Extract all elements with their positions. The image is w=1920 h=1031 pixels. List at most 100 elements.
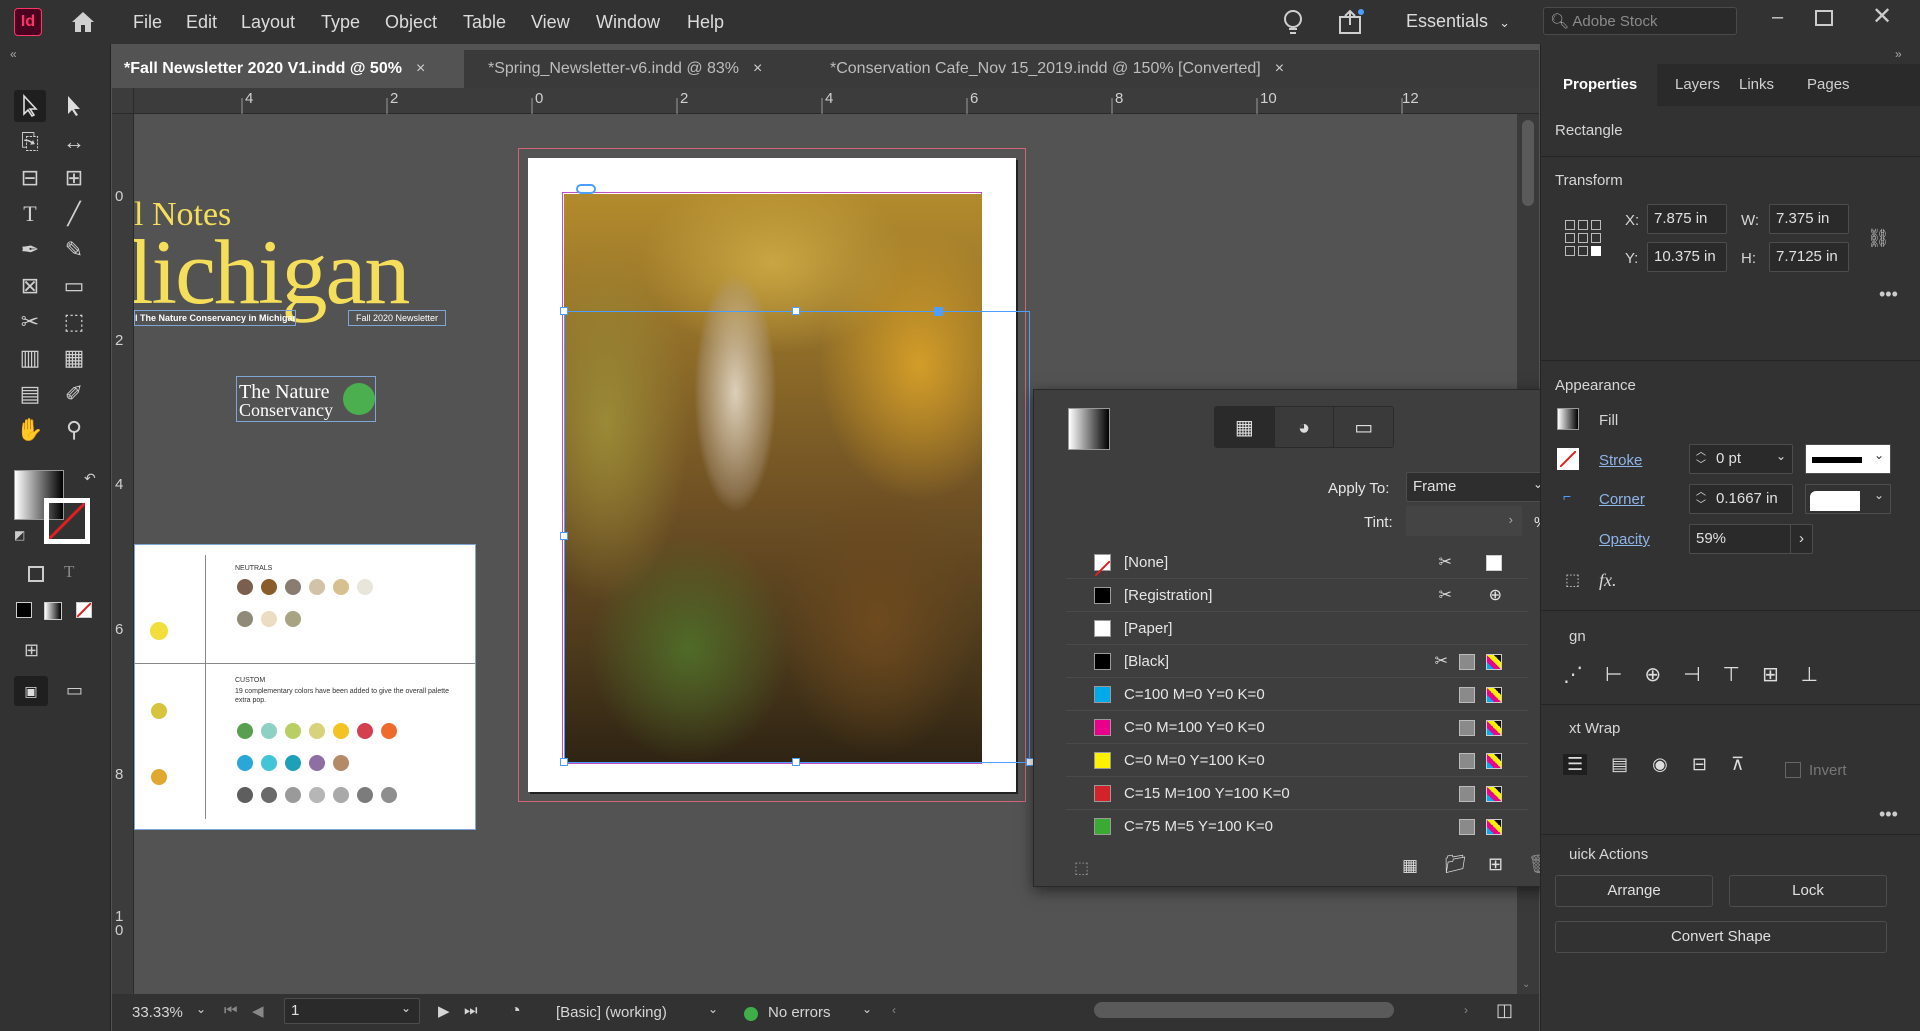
selection-bounding-box[interactable] bbox=[564, 311, 1030, 763]
swatch-row-black[interactable]: [Black] ✂ bbox=[1066, 645, 1528, 678]
swatch-row-magenta[interactable]: C=0 M=100 Y=0 K=0 bbox=[1066, 711, 1528, 744]
type-tool-icon[interactable]: T bbox=[14, 198, 46, 230]
menu-view[interactable]: View bbox=[531, 12, 570, 33]
stepper-icon[interactable]: ︿ ﹀ bbox=[1696, 486, 1706, 512]
tab-spring-newsletter[interactable]: *Spring_Newsletter-v6.indd @ 83% × bbox=[476, 50, 796, 88]
fill-swatch[interactable] bbox=[1557, 408, 1579, 430]
rectangle-tool-icon[interactable]: ▭ bbox=[58, 270, 90, 302]
stroke-type-select[interactable]: ⌄ bbox=[1805, 444, 1891, 474]
screen-mode-preview-icon[interactable]: ▭ bbox=[66, 680, 83, 701]
close-window-button[interactable]: ✕ bbox=[1872, 2, 1892, 31]
page-tool-icon[interactable]: ⎘ bbox=[14, 126, 46, 158]
reference-point-icon[interactable] bbox=[1565, 220, 1601, 256]
tint-input[interactable]: › bbox=[1406, 506, 1522, 536]
stroke-swatch[interactable] bbox=[44, 498, 90, 544]
minimize-window-button[interactable]: – bbox=[1772, 6, 1783, 29]
collapse-panel-icon[interactable]: » bbox=[1895, 47, 1902, 61]
formatting-affects-text-icon[interactable]: T bbox=[64, 562, 74, 582]
apply-none-icon[interactable] bbox=[76, 602, 92, 618]
menu-edit[interactable]: Edit bbox=[186, 12, 217, 33]
swatch-views-icon[interactable]: ▦ bbox=[1402, 856, 1418, 876]
preflight-status[interactable]: No errors bbox=[768, 1004, 831, 1021]
restore-window-button[interactable] bbox=[1815, 10, 1833, 26]
align-bottom-icon[interactable]: ⊥ bbox=[1801, 662, 1818, 687]
align-right-icon[interactable]: ⊣ bbox=[1683, 662, 1700, 687]
page-number-field[interactable]: 1 ⌄ bbox=[284, 998, 420, 1024]
share-icon[interactable] bbox=[1337, 8, 1365, 36]
tab-links[interactable]: Links bbox=[1739, 76, 1774, 93]
tab-layers[interactable]: Layers bbox=[1675, 76, 1720, 93]
formatting-affects-container-icon[interactable] bbox=[28, 566, 44, 582]
chevron-right-icon[interactable]: › bbox=[1790, 525, 1812, 553]
free-transform-tool-icon[interactable]: ⬚ bbox=[58, 306, 90, 338]
tagline-right[interactable]: Fall 2020 Newsletter bbox=[348, 310, 446, 326]
menu-file[interactable]: File bbox=[133, 12, 162, 33]
show-all-swatches-icon[interactable]: ⬚ bbox=[1074, 858, 1089, 878]
x-field[interactable]: 7.875 in bbox=[1647, 204, 1727, 234]
chevron-down-icon[interactable]: ⌄ bbox=[708, 1002, 718, 1016]
corner-label[interactable]: Corner bbox=[1599, 491, 1645, 508]
w-field[interactable]: 7.375 in bbox=[1769, 204, 1849, 234]
eyedropper-tool-icon[interactable]: ✐ bbox=[58, 378, 90, 410]
menu-layout[interactable]: Layout bbox=[241, 12, 295, 33]
scroll-thumb[interactable] bbox=[1522, 120, 1534, 206]
close-icon[interactable]: × bbox=[753, 60, 762, 77]
last-page-icon[interactable]: ⏭︎ bbox=[464, 1002, 478, 1019]
home-icon[interactable] bbox=[70, 10, 96, 34]
stroke-weight-field[interactable]: ︿ ﹀ 0 pt ⌄ bbox=[1689, 444, 1793, 474]
ruler-origin[interactable] bbox=[112, 88, 134, 114]
menu-window[interactable]: Window bbox=[596, 12, 660, 33]
collapse-panel-icon[interactable]: « bbox=[10, 47, 17, 61]
resize-handle[interactable] bbox=[560, 758, 568, 766]
lightbulb-icon[interactable] bbox=[1281, 8, 1305, 38]
gradient-feather-tool-icon[interactable]: ▦ bbox=[58, 342, 90, 374]
preflight-profile[interactable]: [Basic] (working) bbox=[556, 1004, 667, 1021]
split-window-icon[interactable]: ◫ bbox=[1496, 1000, 1513, 1021]
apply-to-select[interactable]: Frame ⌄ bbox=[1406, 472, 1552, 502]
palette-page[interactable]: NEUTRALS CUSTOM 19 complementary colors … bbox=[134, 544, 476, 830]
h-field[interactable]: 7.7125 in bbox=[1769, 242, 1849, 272]
gap-tool-icon[interactable]: ↔ bbox=[58, 126, 90, 158]
next-page-icon[interactable]: ▶ bbox=[438, 1002, 450, 1020]
swatch-row-red[interactable]: C=15 M=100 Y=100 K=0 bbox=[1066, 777, 1528, 810]
align-to-selection-icon[interactable]: ⋰ bbox=[1563, 662, 1583, 687]
align-top-icon[interactable]: ⊤ bbox=[1723, 662, 1740, 687]
menu-help[interactable]: Help bbox=[687, 12, 724, 33]
frame-grid-icon[interactable]: ⊞ bbox=[24, 640, 39, 661]
resize-handle[interactable] bbox=[560, 532, 568, 540]
hand-tool-icon[interactable]: ✋ bbox=[14, 414, 46, 446]
no-text-wrap-icon[interactable]: ☰ bbox=[1563, 754, 1588, 775]
resize-handle[interactable] bbox=[560, 307, 568, 315]
corner-size-field[interactable]: ︿ ﹀ 0.1667 in bbox=[1689, 484, 1793, 514]
pencil-tool-icon[interactable]: ✎ bbox=[58, 234, 90, 266]
color-picker-mode-icon[interactable]: ◕ bbox=[1273, 407, 1334, 447]
wrap-object-shape-icon[interactable]: ◉ bbox=[1652, 754, 1668, 775]
swatch-row-green[interactable]: C=75 M=5 Y=100 K=0 bbox=[1066, 810, 1528, 843]
apply-gradient-icon[interactable] bbox=[44, 602, 62, 620]
resize-handle[interactable] bbox=[792, 307, 800, 315]
adobe-stock-search[interactable]: 🔍︎ Adobe Stock bbox=[1543, 7, 1737, 35]
apply-color-icon[interactable] bbox=[16, 602, 32, 618]
nature-conservancy-logo[interactable]: The Nature Conservancy bbox=[236, 376, 376, 422]
new-swatch-icon[interactable]: ⊞ bbox=[1488, 854, 1503, 875]
zoom-tool-icon[interactable]: ⚲ bbox=[58, 414, 90, 446]
zoom-chevron-down-icon[interactable]: ⌄ bbox=[196, 1002, 206, 1016]
swatch-row-paper[interactable]: [Paper] bbox=[1066, 612, 1528, 645]
convert-shape-button[interactable]: Convert Shape bbox=[1555, 921, 1887, 953]
stroke-label[interactable]: Stroke bbox=[1599, 452, 1642, 469]
horizontal-scroll-thumb[interactable] bbox=[1094, 1002, 1394, 1018]
headline-michigan[interactable]: lichigan bbox=[134, 226, 410, 318]
line-tool-icon[interactable]: ╱ bbox=[58, 198, 90, 230]
tab-pages[interactable]: Pages bbox=[1807, 76, 1850, 93]
resize-handle[interactable] bbox=[792, 758, 800, 766]
jump-next-column-icon[interactable]: ⊼ bbox=[1731, 754, 1744, 775]
screen-mode-normal-icon[interactable]: ▣ bbox=[14, 676, 48, 706]
new-color-group-icon[interactable]: 📁︎ bbox=[1444, 854, 1467, 875]
vertical-ruler[interactable]: 0 2 4 6 8 1 0 bbox=[112, 114, 134, 994]
constrain-proportions-icon[interactable]: ⛓︎ bbox=[1867, 228, 1890, 249]
y-field[interactable]: 10.375 in bbox=[1647, 242, 1727, 272]
rectangle-frame-tool-icon[interactable]: ⊠ bbox=[14, 270, 46, 302]
corner-option-handle[interactable] bbox=[934, 307, 943, 316]
menu-object[interactable]: Object bbox=[385, 12, 437, 33]
close-icon[interactable]: × bbox=[416, 60, 425, 77]
